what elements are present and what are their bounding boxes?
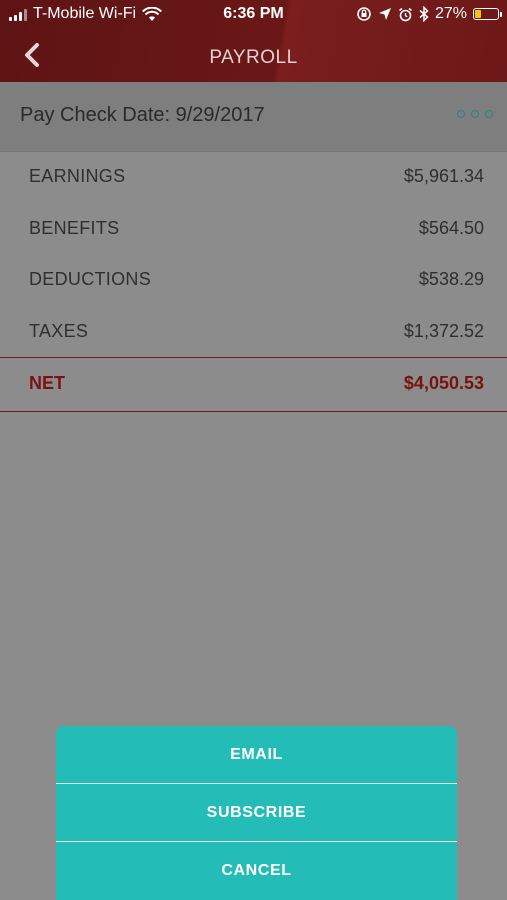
- more-dots-icon[interactable]: [457, 110, 493, 118]
- row-label: DEDUCTIONS: [29, 269, 152, 289]
- subscribe-button[interactable]: SUBSCRIBE: [56, 783, 457, 841]
- status-right: 27%: [356, 5, 502, 23]
- battery-icon: [473, 8, 502, 20]
- nav-bar: PAYROLL: [0, 30, 507, 82]
- net-row: NET $4,050.53: [0, 357, 507, 412]
- app-header: T-Mobile Wi-Fi 6:36 PM 27% PAYROLL: [0, 0, 507, 82]
- payroll-summary: EARNINGS $5,961.34 BENEFITS $564.50 DEDU…: [0, 151, 507, 357]
- row-label: TAXES: [29, 320, 89, 341]
- email-button[interactable]: EMAIL: [56, 726, 457, 783]
- row-value: $564.50: [418, 217, 484, 238]
- deductions-row[interactable]: DEDUCTIONS $538.29: [0, 254, 507, 306]
- alarm-icon: [398, 7, 412, 21]
- row-value: $5,961.34: [403, 166, 484, 186]
- row-label: EARNINGS: [29, 166, 126, 186]
- benefits-row[interactable]: BENEFITS $564.50: [0, 203, 507, 255]
- row-value: $538.29: [418, 269, 484, 289]
- row-value: $1,372.52: [403, 320, 484, 341]
- net-label: NET: [29, 373, 65, 393]
- pay-check-date-row: Pay Check Date: 9/29/2017: [0, 82, 507, 152]
- earnings-row[interactable]: EARNINGS $5,961.34: [0, 151, 507, 203]
- status-bar: T-Mobile Wi-Fi 6:36 PM 27%: [0, 0, 507, 30]
- row-label: BENEFITS: [29, 217, 120, 238]
- battery-percent: 27%: [434, 5, 467, 22]
- taxes-row[interactable]: TAXES $1,372.52: [0, 306, 507, 358]
- net-value: $4,050.53: [403, 373, 484, 393]
- battery-fill: [475, 10, 481, 18]
- pay-check-date: Pay Check Date: 9/29/2017: [20, 104, 265, 126]
- action-sheet: EMAIL SUBSCRIBE CANCEL: [56, 726, 457, 900]
- page-title: PAYROLL: [209, 47, 298, 68]
- bluetooth-icon: [419, 6, 429, 22]
- screen-lock-icon: [357, 7, 371, 21]
- cancel-button[interactable]: CANCEL: [56, 841, 457, 899]
- location-icon: [378, 8, 391, 20]
